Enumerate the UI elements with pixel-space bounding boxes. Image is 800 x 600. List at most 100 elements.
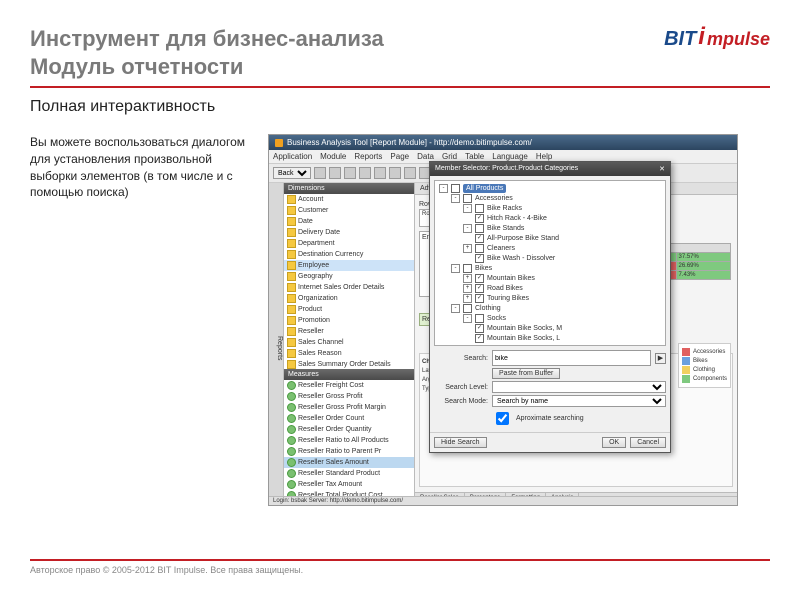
measure-item[interactable]: Reseller Tax Amount [284,479,414,490]
dimension-item[interactable]: Account [284,194,414,205]
hide-search-button[interactable]: Hide Search [434,437,487,448]
tool-icon[interactable] [389,167,401,179]
menu-item[interactable]: Table [465,152,484,161]
tree-node-label[interactable]: Bike Stands [487,225,524,232]
approx-checkbox[interactable] [496,412,509,425]
tree-node-label[interactable]: Touring Bikes [487,295,529,302]
menu-item[interactable]: Module [320,152,346,161]
measures-list[interactable]: Reseller Freight CostReseller Gross Prof… [284,380,414,503]
measure-item[interactable]: Reseller Freight Cost [284,380,414,391]
tree-node-label[interactable]: Mountain Bike Socks, M [487,325,562,332]
tree-checkbox[interactable]: ✓ [475,324,484,333]
tree-checkbox[interactable]: ✓ [475,214,484,223]
tree-node-label[interactable]: Socks [487,315,506,322]
tree-expand-icon[interactable]: - [463,314,472,323]
tree-node-label[interactable]: Bike Wash - Dissolver [487,255,555,262]
tree-node-label[interactable]: Bikes [475,265,492,272]
tree-node-label[interactable]: All-Purpose Bike Stand [487,235,559,242]
search-level-select[interactable] [492,381,666,393]
tree-node-label[interactable]: Bike Racks [487,205,522,212]
measure-item[interactable]: Reseller Standard Product [284,468,414,479]
measure-item[interactable]: Reseller Sales Amount [284,457,414,468]
back-select[interactable]: Back [273,167,311,179]
tree-expand-icon[interactable]: - [451,304,460,313]
tree-node-label[interactable]: Mountain Bike Socks, L [487,335,560,342]
tree-checkbox[interactable] [463,194,472,203]
tree-expand-icon[interactable]: + [463,284,472,293]
tree-expand-icon[interactable]: + [463,294,472,303]
tree-checkbox[interactable] [475,314,484,323]
tree-checkbox[interactable]: ✓ [475,294,484,303]
tree-checkbox[interactable]: ✓ [475,334,484,343]
tree-expand-icon[interactable]: + [463,244,472,253]
tree-expand-icon[interactable]: - [451,264,460,273]
tree-node-label[interactable]: Clothing [475,305,501,312]
tool-icon[interactable] [329,167,341,179]
dimension-item[interactable]: Date [284,216,414,227]
paste-buffer-button[interactable]: Paste from Buffer [492,368,560,379]
tree-node-label[interactable]: Cleaners [487,245,515,252]
menu-item[interactable]: Page [390,152,409,161]
measure-item[interactable]: Reseller Gross Profit [284,391,414,402]
dimension-item[interactable]: Organization [284,293,414,304]
dimension-item[interactable]: Promotion [284,315,414,326]
dimensions-header: Dimensions [284,183,414,194]
tool-icon[interactable] [344,167,356,179]
tree-node-label[interactable]: Road Bikes [487,285,523,292]
dimension-item[interactable]: Destination Currency [284,249,414,260]
dimension-item[interactable]: Sales Channel [284,337,414,348]
tree-checkbox[interactable] [475,204,484,213]
menu-item[interactable]: Help [536,152,552,161]
menu-item[interactable]: Language [492,152,528,161]
cancel-button[interactable]: Cancel [630,437,666,448]
search-input[interactable] [492,350,651,366]
tree-checkbox[interactable]: ✓ [475,274,484,283]
measures-header: Measures [284,369,414,380]
tree-checkbox[interactable] [475,224,484,233]
dimension-item[interactable]: Sales Reason [284,348,414,359]
dimension-item[interactable]: Product [284,304,414,315]
tree-node-label[interactable]: Mountain Bikes [487,275,535,282]
measure-item[interactable]: Reseller Gross Profit Margin [284,402,414,413]
menu-item[interactable]: Grid [442,152,457,161]
tree-checkbox[interactable] [463,304,472,313]
dimension-item[interactable]: Internet Sales Order Details [284,282,414,293]
menu-item[interactable]: Application [273,152,312,161]
tree-checkbox[interactable] [463,264,472,273]
tree-checkbox[interactable] [475,244,484,253]
nav-icon[interactable] [314,167,326,179]
tree-node-label[interactable]: Accessories [475,195,513,202]
dimension-item[interactable]: Department [284,238,414,249]
dimension-item[interactable]: Employee [284,260,414,271]
tree-expand-icon[interactable]: + [463,274,472,283]
tree-checkbox[interactable]: ✓ [475,284,484,293]
dimension-item[interactable]: Reseller [284,326,414,337]
measure-item[interactable]: Reseller Ratio to All Products [284,435,414,446]
tool-icon[interactable] [404,167,416,179]
dimension-item[interactable]: Geography [284,271,414,282]
member-tree[interactable]: -All Products -Accessories-Bike Racks✓Hi… [434,180,666,346]
measure-item[interactable]: Reseller Ratio to Parent Pr [284,446,414,457]
tool-icon[interactable] [374,167,386,179]
dimension-item[interactable]: Customer [284,205,414,216]
search-mode-select[interactable]: Search by name [492,395,666,407]
tool-icon[interactable] [359,167,371,179]
tree-expand-icon[interactable]: - [463,204,472,213]
tree-checkbox[interactable]: ✓ [475,254,484,263]
measure-item[interactable]: Reseller Order Count [284,413,414,424]
tree-checkbox[interactable]: ✓ [475,234,484,243]
menu-item[interactable]: Data [417,152,434,161]
tree-node-label[interactable]: Hitch Rack - 4-Bike [487,215,547,222]
ok-button[interactable]: OK [602,437,626,448]
menu-item[interactable]: Reports [354,152,382,161]
side-tab-reports[interactable]: Reports [269,183,284,503]
tree-expand-icon[interactable]: - [463,224,472,233]
dimension-item[interactable]: Sales Summary Order Details [284,359,414,369]
search-go-icon[interactable]: ▶ [655,353,666,364]
measure-item[interactable]: Reseller Order Quantity [284,424,414,435]
tree-expand-icon[interactable]: - [451,194,460,203]
dimension-item[interactable]: Delivery Date [284,227,414,238]
slide-footer: Авторское право © 2005-2012 BIT Impulse.… [30,559,770,575]
dimensions-list[interactable]: AccountCustomerDateDelivery DateDepartme… [284,194,414,369]
close-icon[interactable]: ✕ [659,165,665,173]
